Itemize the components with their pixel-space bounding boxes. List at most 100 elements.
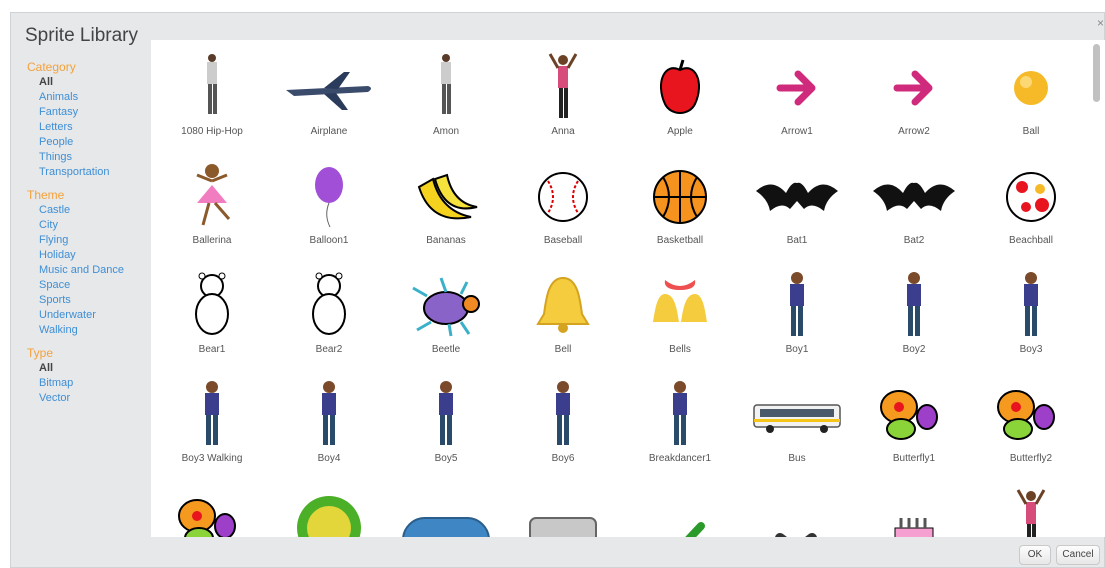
- category-item-animals[interactable]: Animals: [27, 90, 149, 105]
- category-item-things[interactable]: Things: [27, 150, 149, 165]
- boy-icon: [752, 270, 842, 342]
- category-item-fantasy[interactable]: Fantasy: [27, 105, 149, 120]
- category-item-all[interactable]: All: [27, 75, 149, 90]
- cancel-button[interactable]: Cancel: [1056, 545, 1100, 565]
- sprite-item[interactable]: Balloon1: [270, 149, 388, 257]
- theme-item-flying[interactable]: Flying: [27, 233, 149, 248]
- close-icon[interactable]: ×: [1097, 16, 1104, 30]
- boy-icon: [518, 379, 608, 451]
- green-button-icon: [284, 488, 374, 537]
- sprite-item[interactable]: [270, 476, 388, 537]
- sprite-item[interactable]: Boy3 Walking: [153, 367, 271, 475]
- sprite-name: Bananas: [426, 235, 466, 246]
- bat-icon: [752, 161, 842, 233]
- x-mark-icon: [752, 488, 842, 537]
- sprite-item[interactable]: Boy6: [504, 367, 622, 475]
- sprite-item[interactable]: Ballerina: [153, 149, 271, 257]
- theme-filter-group: Theme Castle City Flying Holiday Music a…: [27, 188, 149, 338]
- sprite-item[interactable]: [738, 476, 856, 537]
- theme-item-castle[interactable]: Castle: [27, 203, 149, 218]
- sprite-name: Bells: [669, 344, 691, 355]
- sprite-item[interactable]: Bananas: [387, 149, 505, 257]
- butterfly-icon: [167, 488, 257, 537]
- boy-icon: [635, 379, 725, 451]
- theme-item-holiday[interactable]: Holiday: [27, 248, 149, 263]
- category-item-people[interactable]: People: [27, 135, 149, 150]
- scrollbar-thumb[interactable]: [1093, 44, 1100, 102]
- sprite-name: Airplane: [310, 126, 348, 137]
- sprite-name: Boy6: [551, 453, 575, 464]
- sprite-item[interactable]: Bear2: [270, 258, 388, 366]
- sprite-name: Boy2: [902, 344, 926, 355]
- beachball-icon: [986, 161, 1076, 233]
- sprite-item[interactable]: [621, 476, 739, 537]
- category-item-transportation[interactable]: Transportation: [27, 165, 149, 180]
- theme-item-city[interactable]: City: [27, 218, 149, 233]
- sprite-item[interactable]: Butterfly1: [855, 367, 973, 475]
- sprite-item[interactable]: [153, 476, 271, 537]
- sprite-item[interactable]: Boy5: [387, 367, 505, 475]
- sprite-item[interactable]: Beachball: [972, 149, 1090, 257]
- sprite-item[interactable]: Bells: [621, 258, 739, 366]
- theme-item-sports[interactable]: Sports: [27, 293, 149, 308]
- ok-button[interactable]: OK: [1019, 545, 1051, 565]
- sprite-name: Boy4: [317, 453, 341, 464]
- boy-icon: [284, 379, 374, 451]
- sprite-name: Bear2: [315, 344, 343, 355]
- sprite-name: Ball: [1022, 126, 1040, 137]
- bananas-icon: [401, 161, 491, 233]
- theme-item-space[interactable]: Space: [27, 278, 149, 293]
- sprite-name: Arrow2: [898, 126, 930, 137]
- sprite-item[interactable]: Apple: [621, 40, 739, 148]
- sprite-item[interactable]: Bell: [504, 258, 622, 366]
- sprite-item[interactable]: Boy4: [270, 367, 388, 475]
- sprite-item[interactable]: Arrow2: [855, 40, 973, 148]
- sprite-item[interactable]: Amon: [387, 40, 505, 148]
- sprite-item[interactable]: Beetle: [387, 258, 505, 366]
- filter-sidebar: Category All Animals Fantasy Letters Peo…: [27, 59, 149, 414]
- sprite-item[interactable]: Bat1: [738, 149, 856, 257]
- type-heading: Type: [27, 346, 54, 360]
- arrow-icon: [869, 52, 959, 124]
- sprite-item[interactable]: Anna: [504, 40, 622, 148]
- sprite-item[interactable]: Baseball: [504, 149, 622, 257]
- category-heading: Category: [27, 60, 76, 74]
- sprite-item[interactable]: [972, 476, 1090, 537]
- sprite-item[interactable]: Airplane: [270, 40, 388, 148]
- sprite-item[interactable]: Breakdancer1: [621, 367, 739, 475]
- sprite-item[interactable]: Arrow1: [738, 40, 856, 148]
- sprite-item[interactable]: Bat2: [855, 149, 973, 257]
- sprite-item[interactable]: Boy1: [738, 258, 856, 366]
- vertical-scrollbar[interactable]: [1093, 44, 1101, 533]
- category-item-letters[interactable]: Letters: [27, 120, 149, 135]
- type-item-all[interactable]: All: [27, 361, 149, 376]
- person-icon: [986, 488, 1076, 537]
- sprite-item[interactable]: Bear1: [153, 258, 271, 366]
- sprite-name: Beachball: [1009, 235, 1053, 246]
- sprite-item[interactable]: 1080 Hip-Hop: [153, 40, 271, 148]
- sprite-item[interactable]: Basketball: [621, 149, 739, 257]
- sprite-item[interactable]: Bus: [738, 367, 856, 475]
- sprite-item[interactable]: [387, 476, 505, 537]
- theme-item-music-and-dance[interactable]: Music and Dance: [27, 263, 149, 278]
- sprite-item[interactable]: Ball: [972, 40, 1090, 148]
- apple-icon: [635, 52, 725, 124]
- bus-icon: [752, 379, 842, 451]
- sprite-library-dialog: Sprite Library × Category All Animals Fa…: [10, 12, 1105, 568]
- sprite-item[interactable]: Boy2: [855, 258, 973, 366]
- theme-item-underwater[interactable]: Underwater: [27, 308, 149, 323]
- category-filter-group: Category All Animals Fantasy Letters Peo…: [27, 60, 149, 180]
- basketball-icon: [635, 161, 725, 233]
- arrow-icon: [752, 52, 842, 124]
- sprite-item[interactable]: Butterfly2: [972, 367, 1090, 475]
- type-item-bitmap[interactable]: Bitmap: [27, 376, 149, 391]
- sprite-item[interactable]: [504, 476, 622, 537]
- dialog-title: Sprite Library: [25, 25, 138, 46]
- checkmark-icon: [635, 488, 725, 537]
- sprite-item[interactable]: Boy3: [972, 258, 1090, 366]
- theme-item-walking[interactable]: Walking: [27, 323, 149, 338]
- sprite-name: Boy1: [785, 344, 809, 355]
- sprite-grid-panel: 1080 Hip-Hop Airplane Amon Anna Apple Arrow1 A…: [151, 40, 1105, 537]
- type-item-vector[interactable]: Vector: [27, 391, 149, 406]
- sprite-item[interactable]: [855, 476, 973, 537]
